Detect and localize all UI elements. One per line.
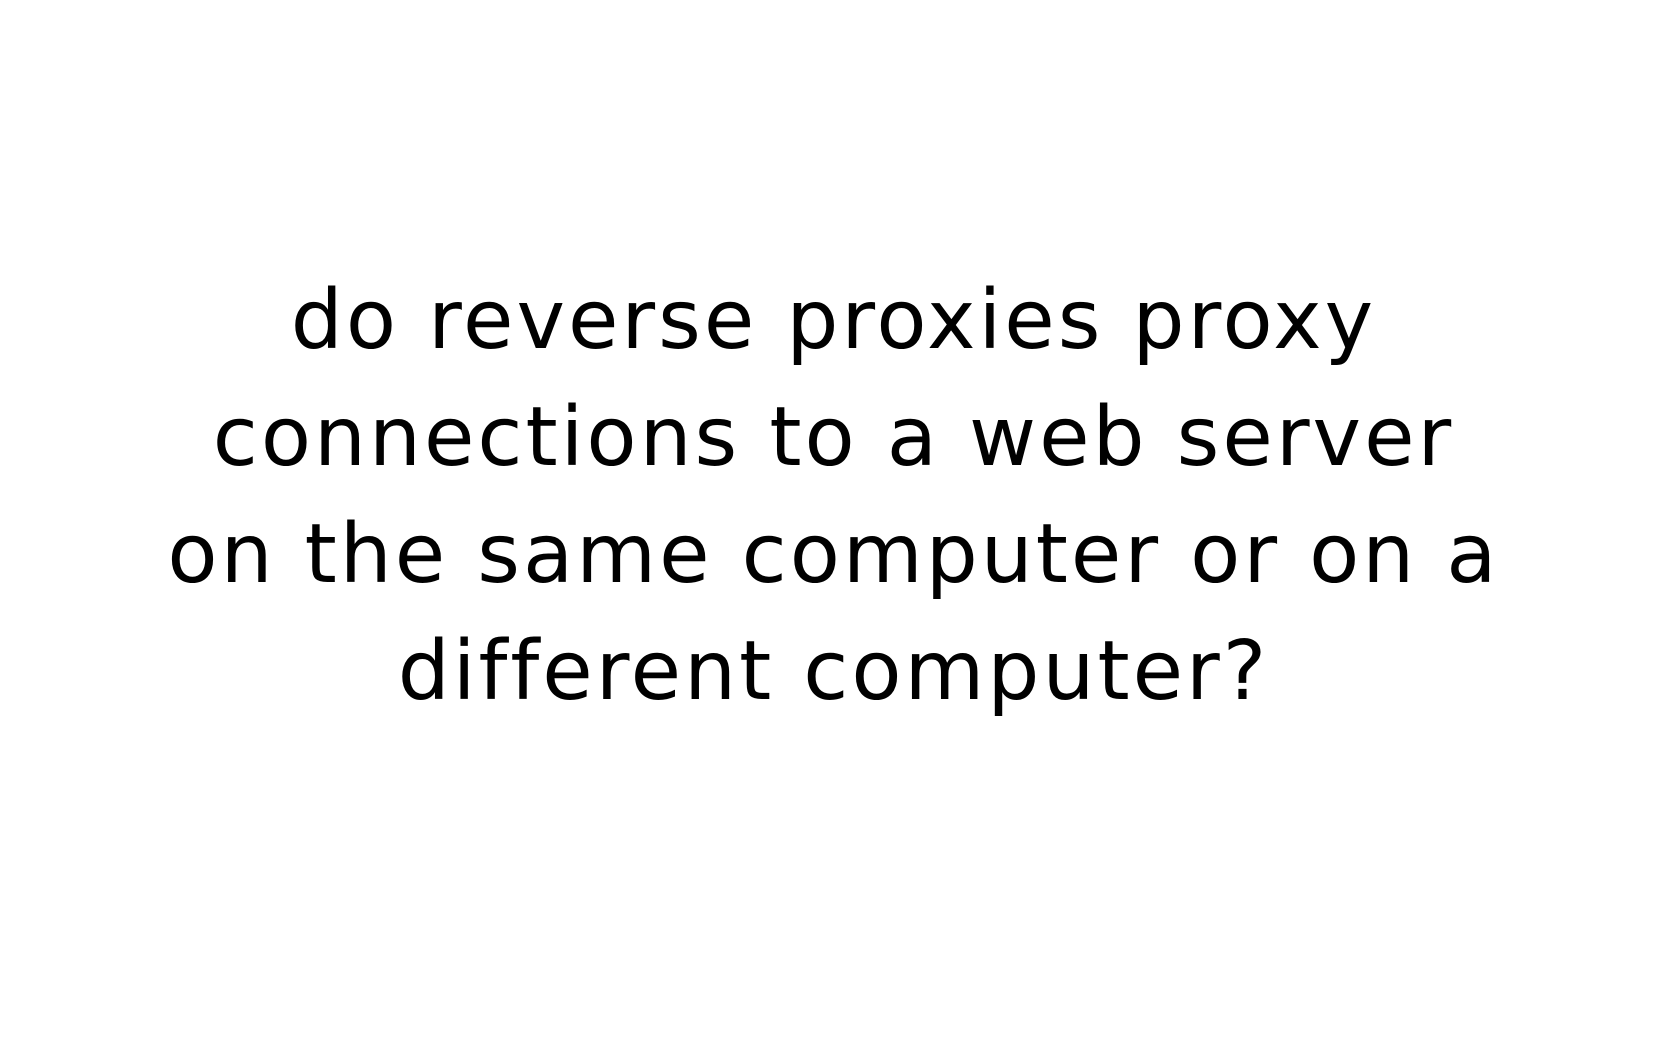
question-slide: do reverse proxies proxy connections to … — [0, 0, 1667, 1042]
question-text: do reverse proxies proxy connections to … — [0, 262, 1667, 730]
question-line-1: do reverse proxies proxy — [290, 273, 1377, 368]
question-line-3: on the same computer or on a — [167, 507, 1500, 602]
question-line-2: connections to a web server — [212, 390, 1455, 485]
question-line-4: different computer? — [397, 624, 1270, 719]
